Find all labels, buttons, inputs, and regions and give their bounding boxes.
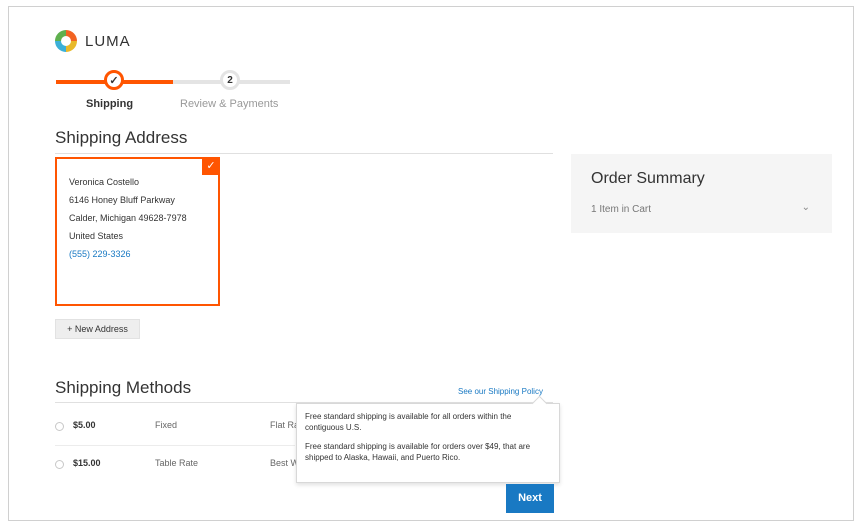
- shipping-policy-link[interactable]: See our Shipping Policy: [458, 387, 543, 396]
- shipping-address-title: Shipping Address: [55, 128, 188, 147]
- method-price: $5.00: [73, 420, 96, 430]
- method-title: Fixed: [155, 420, 178, 430]
- order-summary-panel: Order Summary 1 Item in Cart ⌄: [571, 154, 832, 233]
- items-in-cart-toggle[interactable]: 1 Item in Cart: [591, 204, 651, 215]
- carrier-title: Flat Rate: [270, 420, 297, 430]
- shipping-policy-tooltip: Free standard shipping is available for …: [296, 403, 560, 483]
- luma-logo[interactable]: LUMA: [55, 30, 131, 52]
- shipping-address-card[interactable]: ✓ Veronica Costello 6146 Honey Bluff Par…: [55, 157, 220, 306]
- method-title: Table Rate: [155, 458, 199, 468]
- step-review-label[interactable]: Review & Payments: [180, 98, 278, 110]
- shipping-method-row[interactable]: $5.00 Fixed Flat Rate: [55, 418, 315, 438]
- tooltip-text: Free standard shipping is available for …: [305, 442, 531, 462]
- address-phone-link[interactable]: (555) 229-3326: [69, 245, 218, 263]
- radio-button[interactable]: [55, 422, 64, 431]
- address-street: 6146 Honey Bluff Parkway: [69, 195, 175, 205]
- brand-name: LUMA: [85, 32, 131, 50]
- method-price: $15.00: [73, 458, 101, 468]
- tooltip-text: Free standard shipping is available for …: [305, 412, 512, 432]
- step-shipping-check-icon: ✓: [104, 70, 124, 90]
- selected-check-icon: ✓: [202, 157, 220, 175]
- step-review-number: 2: [220, 70, 240, 90]
- order-summary-title: Order Summary: [591, 170, 705, 187]
- radio-button[interactable]: [55, 460, 64, 469]
- next-button[interactable]: Next: [506, 484, 554, 513]
- address-city: Calder, Michigan 49628-7978: [69, 213, 187, 223]
- address-country: United States: [69, 231, 124, 241]
- carrier-title: Best Way: [270, 458, 297, 468]
- new-address-button[interactable]: + New Address: [55, 319, 140, 339]
- checkout-progress-bar: ✓ 2 Shipping Review & Payments: [56, 70, 290, 110]
- chevron-down-icon[interactable]: ⌄: [802, 202, 810, 213]
- shipping-method-row[interactable]: $15.00 Table Rate Best Way: [55, 456, 315, 476]
- shipping-methods-title: Shipping Methods: [55, 378, 192, 397]
- luma-logo-icon: [55, 30, 77, 52]
- divider: [55, 445, 295, 446]
- divider: [55, 153, 553, 154]
- step-shipping-label: Shipping: [86, 98, 134, 110]
- address-name: Veronica Costello: [69, 177, 140, 187]
